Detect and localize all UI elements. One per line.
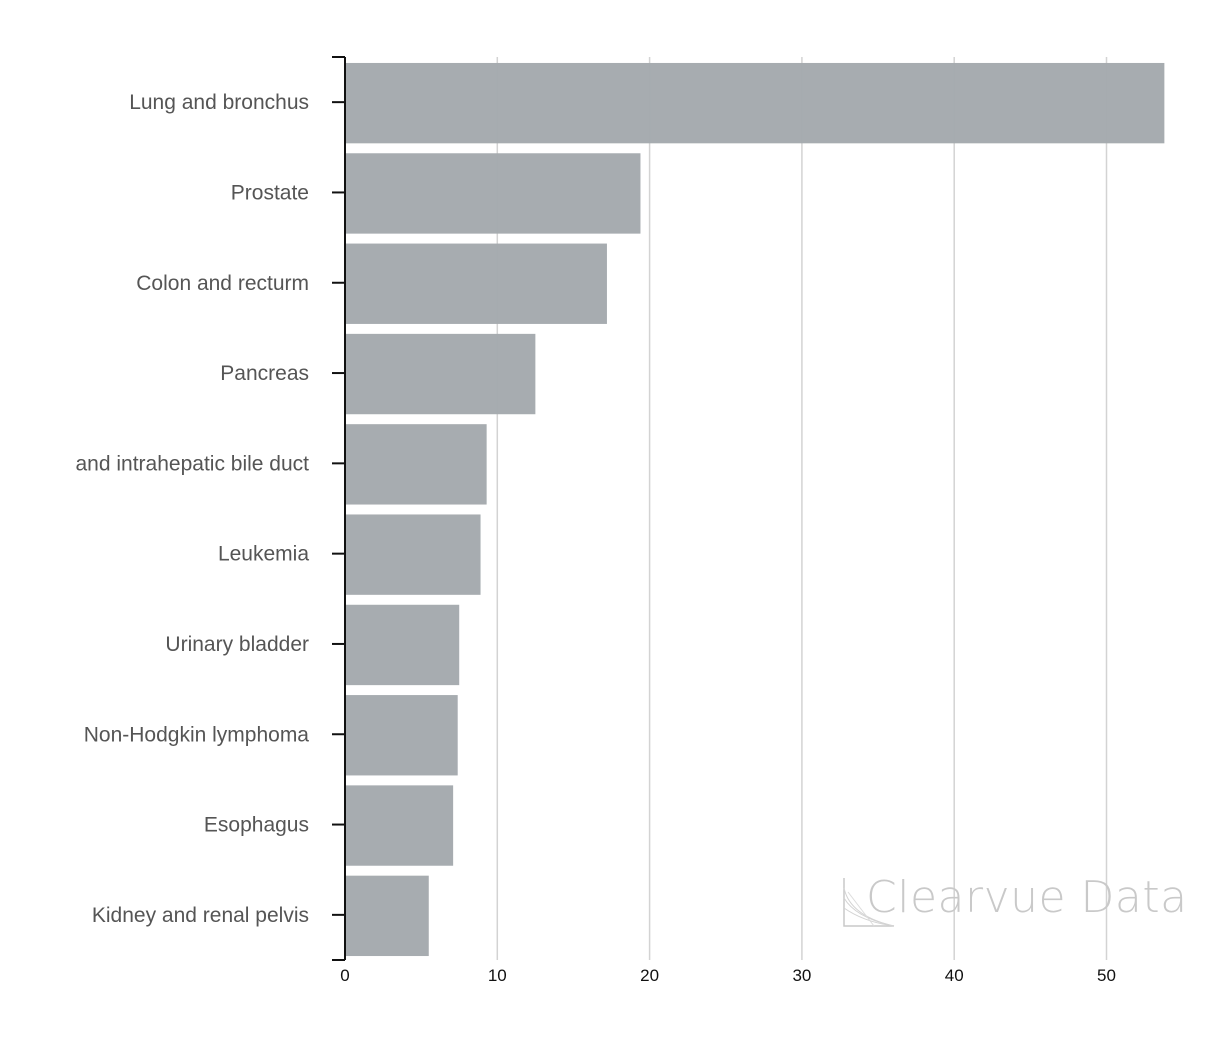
x-tick-label: 30	[792, 966, 811, 985]
category-label: Esophagus	[204, 814, 309, 837]
bar	[346, 875, 429, 957]
category-label: Kidney and renal pelvis	[92, 904, 309, 927]
bar	[346, 153, 641, 234]
x-tick-label: 40	[945, 966, 964, 985]
bar	[346, 695, 458, 776]
x-tick-label: 10	[488, 966, 507, 985]
x-axis: 0 10 20 30 40 50	[340, 966, 1116, 985]
category-label: Pancreas	[220, 362, 309, 385]
bar-chart: Lung and bronchus Prostate Colon and rectu…	[76, 56, 1188, 985]
bar	[346, 785, 454, 866]
x-tick-label: 50	[1097, 966, 1116, 985]
category-label: Lung and bronchus	[129, 91, 309, 114]
category-label: Colon and recturm	[136, 272, 309, 295]
bar	[346, 514, 481, 595]
watermark-text: Clearvue Data	[866, 872, 1188, 923]
category-label: Non-Hodgkin lymphoma	[84, 723, 310, 746]
bar	[346, 62, 1165, 144]
y-axis: Lung and bronchus Prostate Colon and rectu…	[76, 56, 346, 961]
category-label: and intrahepatic bile duct	[76, 452, 310, 475]
x-tick-label: 20	[640, 966, 659, 985]
category-label: Leukemia	[218, 543, 309, 566]
watermark: Clearvue Data	[843, 872, 1188, 927]
category-label: Urinary bladder	[165, 633, 309, 656]
bar	[346, 243, 607, 324]
category-label: Prostate	[231, 181, 309, 204]
bar	[346, 604, 460, 686]
bar	[346, 333, 536, 415]
bar	[346, 424, 487, 505]
bars	[346, 62, 1165, 957]
x-tick-label: 0	[340, 966, 349, 985]
